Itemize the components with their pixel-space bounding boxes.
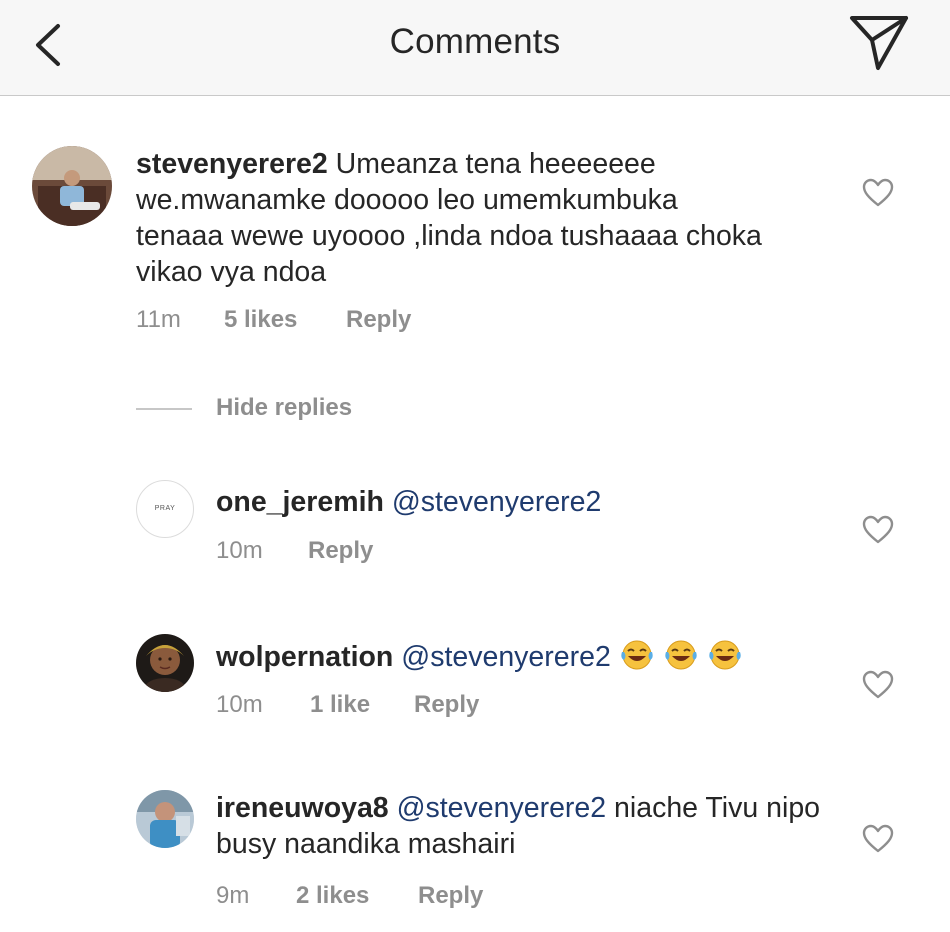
heart-icon[interactable]	[862, 670, 894, 700]
heart-icon[interactable]	[862, 824, 894, 854]
reply-username[interactable]: wolpernation	[216, 641, 393, 673]
heart-icon[interactable]	[862, 178, 894, 208]
likes-count[interactable]: 2 likes	[296, 882, 369, 910]
avatar-photo	[32, 146, 112, 226]
avatar[interactable]	[136, 634, 194, 692]
avatar-text: PRAY	[154, 505, 176, 512]
reply-time: 10m	[216, 537, 263, 564]
hide-replies-label[interactable]: Hide replies	[216, 394, 352, 422]
reply-text: wolpernation @stevenyerere2	[216, 638, 836, 675]
avatar-photo	[136, 634, 194, 692]
mention-link[interactable]: @stevenyerere2	[401, 641, 611, 673]
avatar[interactable]	[32, 146, 112, 226]
reply-text: one_jeremih @stevenyerere2	[216, 484, 836, 520]
reply-text: ireneuwoya8 @stevenyerere2 niache Tivu n…	[216, 790, 836, 862]
mention-link[interactable]: @stevenyerere2	[392, 486, 602, 518]
mention-link[interactable]: @stevenyerere2	[397, 792, 607, 824]
likes-count[interactable]: 1 like	[310, 691, 370, 719]
laughing-emoji-group	[619, 640, 743, 673]
reply-username[interactable]: one_jeremih	[216, 486, 384, 518]
avatar-photo	[136, 790, 194, 848]
reply-button[interactable]: Reply	[414, 691, 479, 719]
reply-time: 10m	[216, 691, 263, 718]
comments-header: Comments	[0, 0, 950, 96]
tears-of-joy-emoji-icon	[621, 640, 653, 670]
reply-button[interactable]: Reply	[346, 306, 411, 334]
heart-icon[interactable]	[862, 515, 894, 545]
comment-time: 11m	[136, 306, 181, 333]
reply-username[interactable]: ireneuwoya8	[216, 792, 389, 824]
comment-text: stevenyerere2 Umeanza tena heeeeeee we.m…	[136, 146, 766, 290]
reply-time: 9m	[216, 882, 250, 909]
avatar[interactable]	[136, 790, 194, 848]
comment-username[interactable]: stevenyerere2	[136, 148, 328, 180]
avatar[interactable]: PRAY	[136, 480, 194, 538]
reply-button[interactable]: Reply	[418, 882, 483, 910]
reply-button[interactable]: Reply	[308, 537, 373, 565]
tears-of-joy-emoji-icon	[708, 640, 741, 670]
divider	[136, 408, 192, 410]
tears-of-joy-emoji-icon	[664, 640, 697, 670]
paper-plane-icon[interactable]	[848, 14, 910, 72]
likes-count[interactable]: 5 likes	[224, 306, 297, 334]
page-title: Comments	[389, 22, 561, 61]
